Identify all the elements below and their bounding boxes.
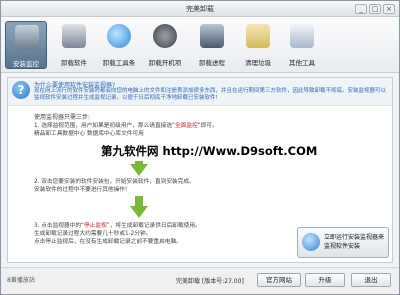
- step-3-line2: 生成卸载记录过程大约需要几十秒或1-2分钟。: [34, 231, 152, 237]
- tool-label: 卸载软件: [61, 59, 87, 67]
- minimize-button[interactable]: _: [355, 4, 367, 14]
- start-monitor-label: 立即运行安装监视器来监视软件安装: [324, 234, 385, 250]
- start-monitor-button[interactable]: 立即运行安装监视器来监视软件安装: [297, 227, 389, 258]
- step-2-line2: 安装软件的过程中不要进行其他操作!: [34, 187, 128, 193]
- step-3-highlight: 停止监视: [84, 223, 107, 229]
- tool-remove-toolbar[interactable]: 卸载工具条: [98, 21, 140, 69]
- hard-drive-icon: [62, 24, 86, 48]
- window-title: 完美卸载: [186, 5, 214, 13]
- broom-icon: [246, 24, 270, 48]
- monitor-start-icon: [302, 233, 320, 251]
- step-1-text-end: ”即可。: [197, 123, 218, 129]
- down-arrow-icon: [130, 196, 148, 218]
- down-arrow-icon: [130, 154, 148, 176]
- tool-clean-junk[interactable]: 清理垃圾: [237, 21, 279, 69]
- title-bar: 完美卸载 _ □ ×: [1, 1, 399, 17]
- camera-icon: [15, 25, 39, 49]
- step-1: 1. 选择监视范围，用户如果是初级用户，那么请直接选“全面监控”即可。 精品卸工…: [34, 122, 324, 138]
- step-1-highlight: 全面监控: [175, 123, 198, 129]
- tools-grid-icon: [290, 24, 314, 48]
- maximize-button[interactable]: □: [369, 4, 381, 14]
- tool-startup-items[interactable]: 卸载开机项: [144, 21, 186, 69]
- ie-logo-icon: [107, 24, 131, 48]
- intro-box: ? 为什么要使用软件安装监视器? 现在网上流行的软件安装时都会向您的电脑上的文件…: [8, 78, 392, 106]
- step-2-line1: 2. 双击您要安装的软件安装包，开始安装软件，直到安装完成。: [34, 179, 195, 185]
- upgrade-button[interactable]: 升级: [305, 273, 345, 287]
- tool-label: 卸载工具条: [102, 59, 136, 67]
- tool-install-monitor[interactable]: 安装监控: [5, 21, 47, 69]
- status-bar: 8黄播放站 完美卸载 [版本号:27.00] 官方网站 升级 退出: [1, 267, 399, 294]
- process-screen-icon: [200, 24, 224, 48]
- tool-label: 卸载进程: [199, 59, 225, 67]
- step-3-text-end: ”，将生成卸载记录供日后卸载使用。: [106, 223, 201, 229]
- speaker-icon: [153, 24, 177, 48]
- watermark-text: 第九软件网 http://Www.D9soft.COM: [101, 144, 318, 158]
- step-3-text: 3. 点击监视器中的“: [34, 223, 84, 229]
- step-2: 2. 双击您要安装的软件安装包，开始安装软件，直到安装完成。 安装软件的过程中不…: [34, 178, 324, 194]
- question-icon: ?: [12, 81, 30, 99]
- window-controls: _ □ ×: [355, 4, 395, 14]
- intro-answer: 现在网上流行的软件安装时都会向您的电脑上的文件和注册表添加很多东西，并且在运行期…: [34, 88, 387, 101]
- main-toolbar: 安装监控 卸载软件 卸载工具条 卸载开机项 卸载进程 清理垃圾 其他工具: [1, 17, 399, 73]
- official-site-button[interactable]: 官方网站: [257, 273, 301, 287]
- watermark-banner: 第九软件网 http://Www.D9soft.COM: [101, 143, 327, 161]
- step-1-text: 1. 选择监视范围，用户如果是初级用户，那么请直接选“: [34, 123, 175, 129]
- step-1-line2: 精品卸工具数据中心 数据库中心库文件可用: [34, 131, 144, 137]
- app-window: 完美卸载 _ □ × 安装监控 卸载软件 卸载工具条 卸载开机项 卸载进程 清理…: [0, 0, 400, 295]
- tool-label: 其他工具: [289, 59, 315, 67]
- step-3-line3: 点击停止监视后，在没有生成卸载记录之前不要重启电脑。: [34, 239, 182, 245]
- tool-label: 安装监控: [13, 60, 39, 68]
- steps-heading: 使用监视器只需三步:: [34, 114, 91, 121]
- tool-other-tools[interactable]: 其他工具: [281, 21, 323, 69]
- tool-processes[interactable]: 卸载进程: [191, 21, 233, 69]
- close-button[interactable]: ×: [383, 4, 395, 14]
- tool-label: 卸载开机项: [148, 59, 182, 67]
- exit-button[interactable]: 退出: [351, 273, 391, 287]
- version-label: 完美卸载 [版本号:27.00]: [176, 278, 244, 285]
- tool-label: 清理垃圾: [245, 59, 271, 67]
- tool-uninstall-software[interactable]: 卸载软件: [53, 21, 95, 69]
- step-3: 3. 点击监视器中的“停止监视”，将生成卸载记录供日后卸载使用。 生成卸载记录过…: [34, 222, 324, 246]
- status-left-text: 8黄播放站: [7, 277, 35, 284]
